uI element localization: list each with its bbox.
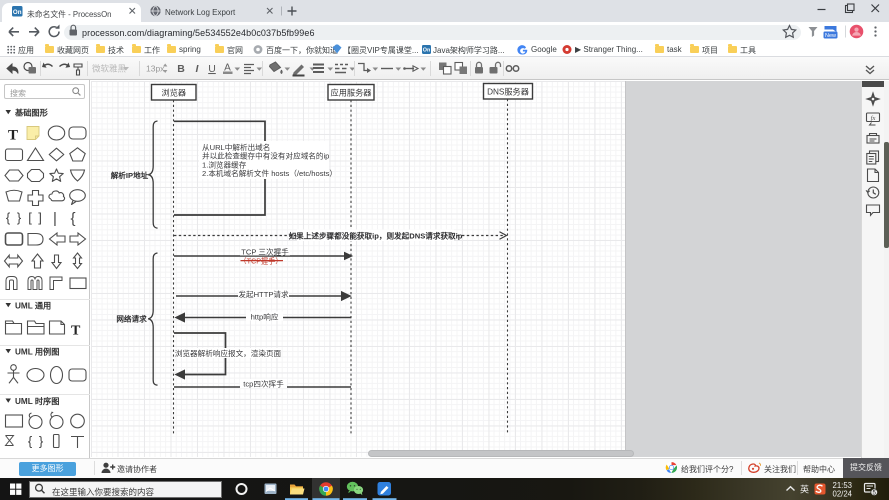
svg-text:On: On <box>423 48 431 54</box>
svg-text:I: I <box>196 63 200 75</box>
svg-text:应用服务器: 应用服务器 <box>331 87 372 97</box>
svg-text:B: B <box>177 63 185 75</box>
svg-text:UML 用例图: UML 用例图 <box>15 347 59 357</box>
svg-text:UML 通用: UML 通用 <box>15 301 51 311</box>
svg-text:On: On <box>13 9 22 16</box>
svg-text:fx: fx <box>871 115 876 122</box>
svg-text:UML 时序图: UML 时序图 <box>15 396 59 406</box>
svg-text:TCP 三次握手: TCP 三次握手 <box>241 246 289 256</box>
svg-text:{: { <box>6 210 11 225</box>
svg-text:New: New <box>825 33 836 39</box>
svg-text:1.浏览器缓存: 1.浏览器缓存 <box>202 159 247 169</box>
svg-text:tcp四次挥手: tcp四次挥手 <box>243 378 284 388</box>
svg-text:{: { <box>70 210 75 227</box>
svg-text:解析IP地址: 解析IP地址 <box>111 170 149 180</box>
svg-text:DNS服务器: DNS服务器 <box>487 86 529 96</box>
svg-text:]: ] <box>38 210 42 225</box>
svg-text:}: } <box>17 210 22 225</box>
svg-text:如果上述步骤都没能获取ip，则发起DNS请求获取ip: 如果上述步骤都没能获取ip，则发起DNS请求获取ip <box>289 231 463 241</box>
svg-text:浏览器: 浏览器 <box>162 87 187 97</box>
svg-text:英: 英 <box>800 484 809 495</box>
svg-text:T: T <box>71 324 81 339</box>
svg-text:微软雅黑: 微软雅黑 <box>92 64 127 74</box>
svg-text:21:53: 21:53 <box>832 481 852 490</box>
svg-text:并以此检查缓存中有没有对应域名的ip: 并以此检查缓存中有没有对应域名的ip <box>202 151 329 161</box>
svg-text:发起HTTP请求: 发起HTTP请求 <box>238 289 289 299</box>
svg-text:基础图形: 基础图形 <box>14 107 49 117</box>
svg-text:13px: 13px <box>146 64 165 74</box>
svg-text:网络请求: 网络请求 <box>116 314 147 324</box>
svg-text:|: | <box>53 210 57 227</box>
svg-text:U: U <box>208 63 216 75</box>
svg-text:{: { <box>28 434 33 449</box>
svg-text:}: } <box>39 434 44 449</box>
svg-text:http响应: http响应 <box>251 311 279 321</box>
svg-text:T: T <box>8 128 18 144</box>
svg-text:02/24: 02/24 <box>832 490 852 499</box>
svg-text:从URL中解析出域名: 从URL中解析出域名 <box>202 142 270 152</box>
svg-text:[: [ <box>28 210 32 225</box>
svg-text:浏览器解析响应报文，渲染页面: 浏览器解析响应报文，渲染页面 <box>175 348 282 358</box>
svg-text:2.本机域名解析文件 hosts（/etc/hosts）: 2.本机域名解析文件 hosts（/etc/hosts） <box>202 168 337 178</box>
